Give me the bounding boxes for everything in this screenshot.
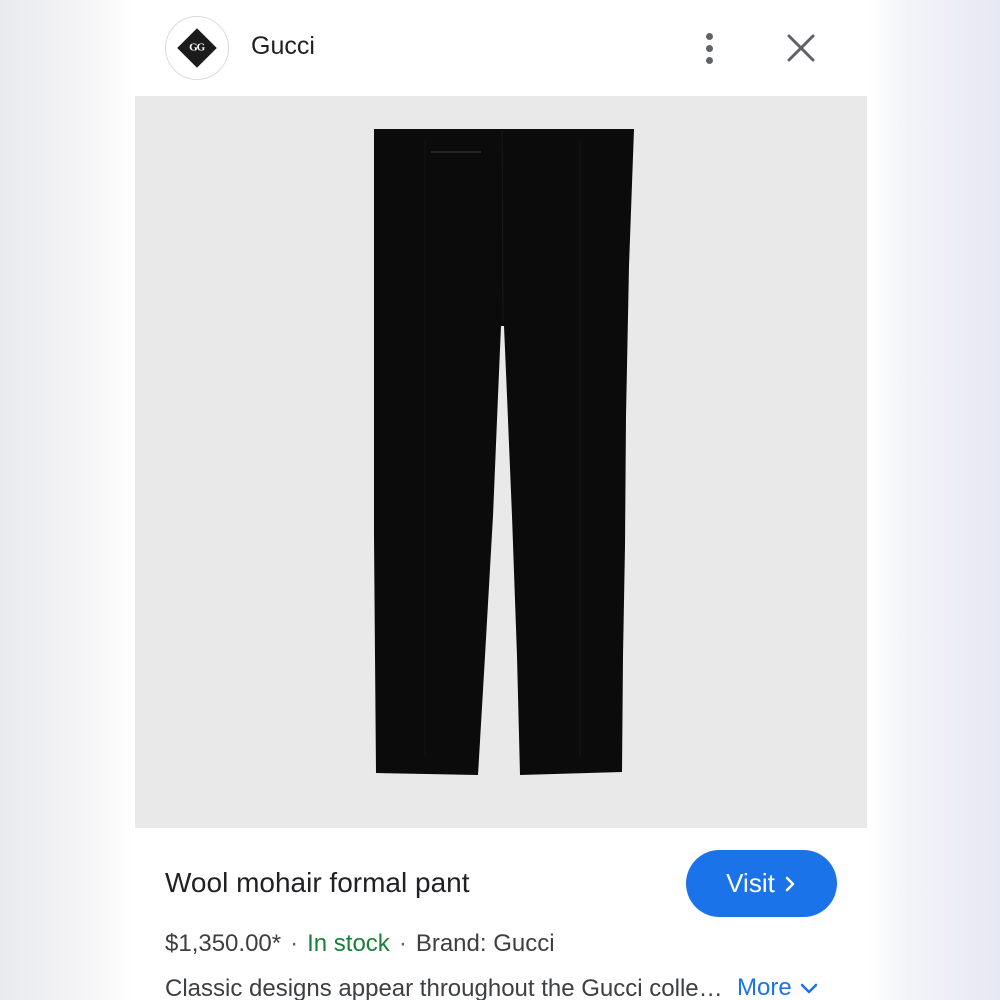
brand-logo[interactable]: GG — [165, 16, 229, 80]
product-title: Wool mohair formal pant — [165, 867, 470, 898]
chevron-right-icon — [785, 876, 795, 891]
visit-button[interactable]: Visit — [686, 850, 837, 917]
product-meta: $1,350.00* · In stock · Brand: Gucci — [165, 928, 555, 960]
product-image-black-trousers — [374, 129, 634, 775]
separator: · — [398, 930, 407, 957]
separator: · — [290, 930, 299, 957]
stock-status: In stock — [307, 930, 390, 957]
product-image[interactable] — [135, 96, 867, 828]
more-link[interactable]: More — [737, 972, 818, 1000]
panel-header: GG Gucci — [135, 0, 867, 96]
product-description: Classic designs appear throughout the Gu… — [165, 975, 725, 1000]
brand-name[interactable]: Gucci — [251, 30, 315, 62]
logo-text: GG — [189, 42, 205, 54]
gucci-logo-icon: GG — [177, 28, 217, 68]
more-label: More — [737, 974, 792, 1000]
brand-label: Brand: Gucci — [415, 930, 555, 957]
product-info: Wool mohair formal pant Visit $1,350.00*… — [135, 828, 867, 1000]
price: $1,350.00* — [165, 930, 282, 957]
product-panel: GG Gucci Wool mohair formal pant Visit $… — [135, 0, 867, 1000]
close-icon[interactable] — [781, 28, 821, 68]
visit-label: Visit — [726, 868, 775, 898]
chevron-down-icon — [800, 983, 817, 994]
more-vert-icon[interactable] — [695, 26, 723, 70]
